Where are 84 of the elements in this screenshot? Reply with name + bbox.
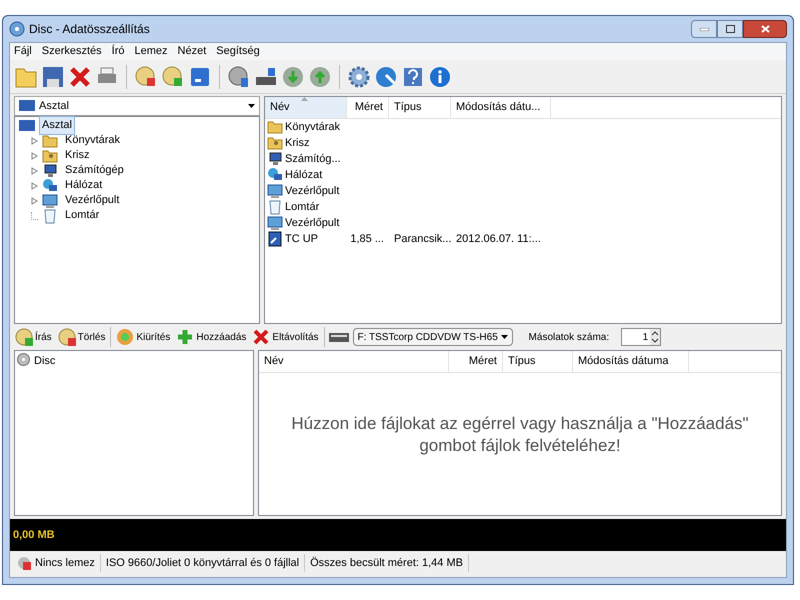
control-panel-icon xyxy=(267,183,283,199)
spin-arrows-icon xyxy=(650,329,660,345)
column-header[interactable]: Név xyxy=(259,351,449,372)
disc-app-icon xyxy=(9,21,25,37)
file-name[interactable]: Lomtár xyxy=(285,198,320,216)
file-name[interactable]: Krisz xyxy=(285,134,310,152)
empty-drop-hint: Húzzon ide fájlokat az egérrel vagy használja a "Hozzáadás" gombot fájlok felvételéhez! xyxy=(290,413,750,457)
control-panel-icon xyxy=(267,215,283,231)
dropdown-arrow-icon xyxy=(500,335,508,339)
file-name[interactable]: Hálózat xyxy=(285,166,322,184)
delete-icon xyxy=(68,64,92,88)
minimize-button[interactable] xyxy=(691,20,717,38)
drive-dropdown[interactable]: F: TSSTcorp CDDVDW TS-H65 xyxy=(352,328,513,346)
menu-item[interactable]: Segítség xyxy=(216,43,260,60)
file-name[interactable]: TC UP xyxy=(285,230,318,248)
network-icon xyxy=(267,167,283,183)
computer-icon xyxy=(267,151,283,167)
monitor-icon xyxy=(19,100,35,112)
plus-icon xyxy=(176,328,194,346)
menu-item[interactable]: Szerkesztés xyxy=(42,43,102,60)
close-button[interactable] xyxy=(743,20,787,38)
table-cell-text: 1,85 ... xyxy=(350,232,384,247)
drive-icon xyxy=(328,330,349,344)
sort-arrow-icon xyxy=(301,97,308,101)
copies-spinner[interactable]: 1 xyxy=(621,328,662,346)
status-text: Nincs lemez xyxy=(35,556,95,571)
status-text: Összes becsült méret: 1,44 MB xyxy=(310,556,463,571)
no-disc-icon xyxy=(17,556,31,570)
disc-info-icon xyxy=(227,64,251,88)
menu-item[interactable]: Lemez xyxy=(134,43,168,60)
network-icon xyxy=(42,178,58,194)
toolbar-button[interactable]: Írás xyxy=(14,328,53,346)
toolbar-button[interactable]: Hozzáadás xyxy=(175,328,248,346)
computer-icon xyxy=(42,162,58,178)
disc-up-icon xyxy=(308,64,332,88)
tree-item[interactable]: Asztal xyxy=(39,116,75,135)
monitor-icon xyxy=(19,120,35,132)
column-header[interactable]: Típus xyxy=(389,97,451,118)
file-name[interactable]: Vezérlőpult xyxy=(285,214,340,232)
table-cell-text: Parancsik... xyxy=(394,232,452,247)
status-text: ISO 9660/Joliet 0 könyvtárral és 0 fájllal xyxy=(106,556,300,571)
close-icon xyxy=(760,25,770,33)
disc-label[interactable]: Disc xyxy=(34,353,56,370)
disc-clear-icon xyxy=(116,328,134,346)
folder-icon xyxy=(42,132,58,148)
copies-label: Másolatok száma: xyxy=(528,330,610,344)
disc-write-icon xyxy=(15,328,33,346)
disc-icon xyxy=(17,353,30,366)
column-header[interactable]: Méret xyxy=(347,97,389,118)
maximize-icon xyxy=(726,25,734,33)
user-folder-icon xyxy=(42,148,58,164)
minimize-icon xyxy=(700,28,708,30)
recycle-bin-icon xyxy=(267,199,283,215)
toolbar-button[interactable]: Törlés xyxy=(56,328,106,346)
toolbar-button[interactable]: Kiürítés xyxy=(115,328,172,346)
disc-check-icon xyxy=(161,64,185,88)
file-name[interactable]: Könyvtárak xyxy=(285,118,340,136)
maximize-button[interactable] xyxy=(717,20,743,38)
column-header[interactable]: Módosítás dátu... xyxy=(451,97,551,118)
column-header[interactable]: Típus xyxy=(503,351,573,372)
control-panel-icon xyxy=(42,192,58,208)
disc-erase-icon xyxy=(58,328,76,346)
user-folder-icon xyxy=(267,135,283,151)
disc-erase-icon xyxy=(134,64,158,88)
column-header[interactable]: Módosítás dátuma xyxy=(573,351,689,372)
column-header[interactable]: Méret xyxy=(449,351,503,372)
remove-icon xyxy=(252,328,270,346)
window-title: Disc - Adatösszeállítás xyxy=(29,21,150,38)
disc-down-icon xyxy=(281,64,305,88)
dropdown-arrow-icon xyxy=(248,104,255,108)
location-combo[interactable]: Asztal xyxy=(14,96,260,116)
menu-item[interactable]: Író xyxy=(112,43,124,60)
table-cell-text: 2012.06.07. 11:... xyxy=(456,232,541,247)
recycle-bin-icon xyxy=(42,208,58,224)
shortcut-icon xyxy=(267,231,283,247)
toolbar-button[interactable]: Eltávolítás xyxy=(251,328,320,346)
menu-item[interactable]: Nézet xyxy=(178,43,206,60)
file-name[interactable]: Vezérlőpult xyxy=(285,182,340,200)
file-name[interactable]: Számítóg... xyxy=(285,150,341,168)
settings-icon xyxy=(347,64,371,88)
menu-item[interactable]: Fájl xyxy=(14,43,32,60)
info-icon xyxy=(428,64,452,88)
capacity-text: 0,00 MB xyxy=(13,528,55,543)
column-header[interactable]: Név xyxy=(265,97,347,118)
